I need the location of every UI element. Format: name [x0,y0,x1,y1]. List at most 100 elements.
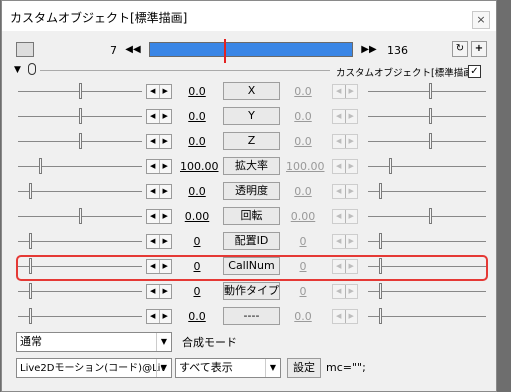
parameter-label-button[interactable]: 透明度 [223,182,280,200]
right-arrow-icon[interactable]: ▶ [158,110,172,123]
start-value[interactable]: 100.00 [180,160,219,173]
right-slider-thumb[interactable] [379,308,382,324]
left-arrow-icon[interactable]: ◀ [147,210,159,223]
left-slider-track[interactable] [18,241,142,242]
left-slider-track[interactable] [18,316,142,317]
right-slider-track[interactable] [368,241,486,242]
right-spin-buttons[interactable]: ◀ ▶ [332,284,358,299]
left-spin-buttons[interactable]: ◀ ▶ [146,234,172,249]
end-value[interactable]: 0.0 [286,135,320,148]
left-slider-thumb[interactable] [79,83,82,99]
left-arrow-icon[interactable]: ◀ [147,135,159,148]
left-arrow-icon[interactable]: ◀ [147,110,159,123]
right-slider-track[interactable] [368,216,486,217]
timeline-bar[interactable] [149,42,353,57]
right-slider-thumb[interactable] [379,233,382,249]
right-arrow-icon[interactable]: ▶ [344,160,358,173]
right-spin-buttons[interactable]: ◀ ▶ [332,134,358,149]
right-slider-track[interactable] [368,166,486,167]
right-slider-track[interactable] [368,191,486,192]
start-value[interactable]: 0.0 [180,185,214,198]
left-arrow-icon[interactable]: ◀ [147,310,159,323]
script-select[interactable]: Live2Dモーション(コード)@Liv ▼ [16,358,172,378]
right-arrow-icon[interactable]: ▶ [344,135,358,148]
right-slider-thumb[interactable] [379,283,382,299]
right-arrow-icon[interactable]: ▶ [158,210,172,223]
right-arrow-icon[interactable]: ▶ [158,185,172,198]
settings-button[interactable]: 設定 [287,358,321,378]
left-arrow-icon[interactable]: ◀ [333,310,345,323]
right-slider-track[interactable] [368,141,486,142]
close-button[interactable]: × [472,11,490,29]
right-slider-track[interactable] [368,316,486,317]
right-spin-buttons[interactable]: ◀ ▶ [332,159,358,174]
right-slider-track[interactable] [368,91,486,92]
left-slider-thumb[interactable] [79,108,82,124]
right-arrow-icon[interactable]: ▶ [344,110,358,123]
right-slider-thumb[interactable] [429,133,432,149]
blend-mode-select[interactable]: 通常 ▼ [16,332,172,352]
left-slider-thumb[interactable] [39,158,42,174]
right-spin-buttons[interactable]: ◀ ▶ [332,84,358,99]
left-slider-thumb[interactable] [29,233,32,249]
left-arrow-icon[interactable]: ◀ [147,160,159,173]
right-spin-buttons[interactable]: ◀ ▶ [332,309,358,324]
right-arrow-icon[interactable]: ▶ [158,85,172,98]
left-arrow-icon[interactable]: ◀ [147,285,159,298]
parameter-label-button[interactable]: ---- [223,307,280,325]
parameter-label-button[interactable]: 拡大率 [223,157,280,175]
left-arrow-icon[interactable]: ◀ [147,85,159,98]
parameter-label-button[interactable]: 配置ID [223,232,280,250]
right-slider-thumb[interactable] [379,183,382,199]
right-arrow-icon[interactable]: ▶ [344,185,358,198]
parameter-label-button[interactable]: X [223,82,280,100]
end-value[interactable]: 0 [286,235,320,248]
start-value[interactable]: 0.0 [180,85,214,98]
right-spin-buttons[interactable]: ◀ ▶ [332,109,358,124]
right-spin-buttons[interactable]: ◀ ▶ [332,209,358,224]
start-value[interactable]: 0 [180,235,214,248]
prev-frame-button[interactable]: ◀◀ [122,41,144,58]
left-spin-buttons[interactable]: ◀ ▶ [146,209,172,224]
right-slider-thumb[interactable] [429,83,432,99]
left-slider-thumb[interactable] [29,283,32,299]
left-slider-thumb[interactable] [29,183,32,199]
end-value[interactable]: 0.0 [286,110,320,123]
end-value[interactable]: 100.00 [286,160,325,173]
collapse-icon[interactable]: ▼ [14,65,21,75]
left-arrow-icon[interactable]: ◀ [147,235,159,248]
right-arrow-icon[interactable]: ▶ [158,135,172,148]
right-arrow-icon[interactable]: ▶ [344,235,358,248]
start-value[interactable]: 0.0 [180,110,214,123]
parameter-label-button[interactable]: 動作タイプ [223,282,280,300]
left-arrow-icon[interactable]: ◀ [333,210,345,223]
right-slider-track[interactable] [368,116,486,117]
start-value[interactable]: 0.00 [180,210,214,223]
parameter-label-button[interactable]: Y [223,107,280,125]
start-value[interactable]: 0 [180,285,214,298]
left-spin-buttons[interactable]: ◀ ▶ [146,309,172,324]
left-arrow-icon[interactable]: ◀ [333,135,345,148]
filter-visible-checkbox[interactable]: ✓ [468,65,481,78]
start-value[interactable]: 0.0 [180,310,214,323]
left-arrow-icon[interactable]: ◀ [333,185,345,198]
right-arrow-icon[interactable]: ▶ [158,235,172,248]
left-slider-thumb[interactable] [79,208,82,224]
display-select[interactable]: すべて表示 ▼ [175,358,281,378]
left-spin-buttons[interactable]: ◀ ▶ [146,284,172,299]
start-value[interactable]: 0.0 [180,135,214,148]
add-icon[interactable]: + [471,41,487,57]
right-spin-buttons[interactable]: ◀ ▶ [332,184,358,199]
end-value[interactable]: 0.00 [286,210,320,223]
left-arrow-icon[interactable]: ◀ [333,235,345,248]
left-spin-buttons[interactable]: ◀ ▶ [146,159,172,174]
left-arrow-icon[interactable]: ◀ [333,110,345,123]
right-arrow-icon[interactable]: ▶ [344,85,358,98]
left-slider-track[interactable] [18,166,142,167]
left-slider-thumb[interactable] [29,308,32,324]
right-slider-track[interactable] [368,291,486,292]
left-arrow-icon[interactable]: ◀ [333,160,345,173]
right-arrow-icon[interactable]: ▶ [344,310,358,323]
right-arrow-icon[interactable]: ▶ [158,160,172,173]
left-slider-thumb[interactable] [79,133,82,149]
